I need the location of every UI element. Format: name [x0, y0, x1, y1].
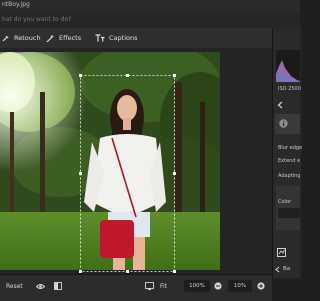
- info-box: [275, 114, 300, 134]
- info-icon: [279, 119, 288, 128]
- reset-button[interactable]: Reset: [6, 274, 23, 298]
- zoom-step-box[interactable]: 10%: [228, 280, 252, 292]
- magic-wand-icon: [46, 34, 54, 42]
- before-after-icon[interactable]: [54, 282, 62, 290]
- color-label: Color: [278, 199, 292, 205]
- window-title: ntBoy.jpg: [2, 1, 30, 8]
- eye-icon[interactable]: [36, 283, 45, 290]
- command-search-input[interactable]: [2, 14, 272, 24]
- extend-edge-label: Extend e: [278, 158, 301, 164]
- brush-icon: [2, 35, 9, 42]
- back-label: Ba: [283, 266, 291, 272]
- command-search-bar: [0, 11, 300, 29]
- retouch-label: Retouch: [14, 34, 41, 42]
- zoom-value: 100%: [189, 283, 205, 289]
- captions-button[interactable]: Captions: [95, 28, 138, 48]
- color-section: Color: [276, 186, 300, 230]
- selection-frame[interactable]: [0, 48, 272, 274]
- retouch-button[interactable]: Retouch: [2, 28, 41, 48]
- iso-label: ISO 2500: [278, 86, 301, 92]
- histogram: [276, 50, 300, 82]
- main-toolbar: Retouch Effects Captions: [0, 28, 300, 48]
- reset-label: Reset: [6, 282, 23, 290]
- compare-icon[interactable]: [277, 248, 286, 257]
- adapting-label: Adapting: [278, 173, 301, 179]
- zoom-step: 10%: [233, 283, 247, 289]
- text-icon: [95, 34, 105, 42]
- fit-label: Fit: [160, 282, 168, 290]
- zoom-in-icon[interactable]: [257, 282, 265, 290]
- fit-button[interactable]: Fit: [160, 274, 167, 298]
- image-canvas[interactable]: [0, 48, 272, 274]
- effects-button[interactable]: Effects: [46, 28, 81, 48]
- title-bar: ntBoy.jpg: [0, 0, 300, 11]
- chevron-left-icon[interactable]: [277, 101, 283, 109]
- zoom-out-icon[interactable]: [214, 282, 222, 290]
- fit-screen-icon[interactable]: [145, 282, 154, 290]
- blur-edge-label: Blur edge: [278, 145, 303, 151]
- effects-label: Effects: [59, 34, 82, 42]
- captions-label: Captions: [109, 34, 138, 42]
- zoom-value-box[interactable]: 100%: [184, 280, 210, 292]
- back-button[interactable]: Ba: [275, 262, 300, 276]
- chevron-left-icon: [275, 266, 280, 272]
- color-swatch[interactable]: [278, 208, 300, 218]
